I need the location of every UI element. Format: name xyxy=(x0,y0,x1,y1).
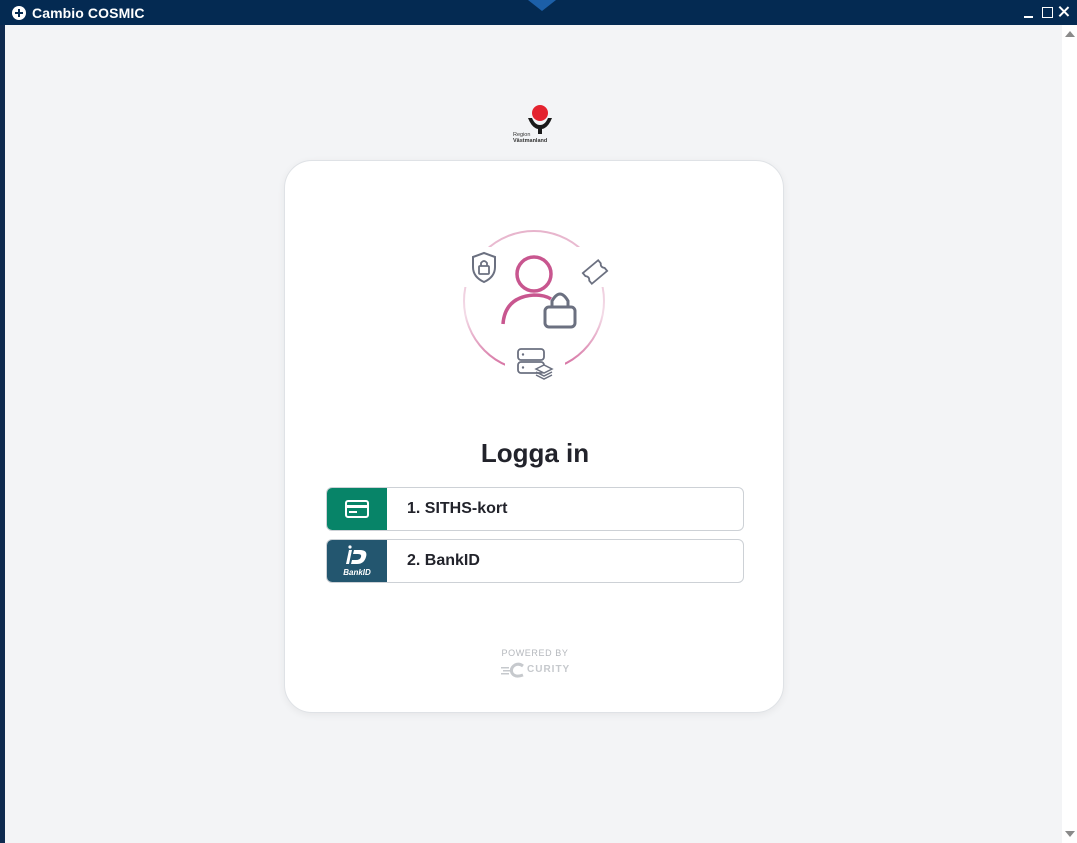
login-illustration xyxy=(453,230,615,387)
window-title: Cambio COSMIC xyxy=(32,5,145,21)
collapse-notch-icon[interactable] xyxy=(528,0,556,11)
window-titlebar: Cambio COSMIC xyxy=(0,0,1077,25)
login-card: Logga in 1. SITHS-kort BankID 2. BankID … xyxy=(284,160,784,713)
bankid-login-label: 2. BankID xyxy=(407,552,480,569)
bankid-icon: BankID xyxy=(343,545,371,577)
region-logo-mark xyxy=(528,105,552,137)
curity-logo: CURITY xyxy=(501,662,571,678)
maximize-button[interactable] xyxy=(1039,4,1055,20)
bankid-login-button[interactable]: BankID 2. BankID xyxy=(326,539,744,583)
region-logo-text: Region Västmanland xyxy=(513,132,548,144)
close-button[interactable] xyxy=(1056,4,1072,20)
powered-by-label: POWERED BY xyxy=(501,648,569,658)
siths-login-label: 1. SITHS-kort xyxy=(407,500,508,517)
bankid-icon-text: BankID xyxy=(343,568,371,577)
siths-login-button[interactable]: 1. SITHS-kort xyxy=(326,487,744,531)
scroll-up-icon[interactable] xyxy=(1065,31,1075,37)
region-logo: Region Västmanland xyxy=(506,104,556,148)
minimize-button[interactable] xyxy=(1021,4,1037,20)
bankid-badge: BankID xyxy=(327,540,387,582)
curity-brand-text: CURITY xyxy=(527,664,571,675)
curity-icon xyxy=(501,662,524,678)
login-heading: Logga in xyxy=(480,438,590,468)
app-plus-icon xyxy=(12,6,26,20)
card-icon xyxy=(345,500,369,518)
scroll-down-icon[interactable] xyxy=(1065,831,1075,837)
siths-badge xyxy=(327,488,387,530)
vertical-scrollbar[interactable] xyxy=(1062,25,1077,843)
